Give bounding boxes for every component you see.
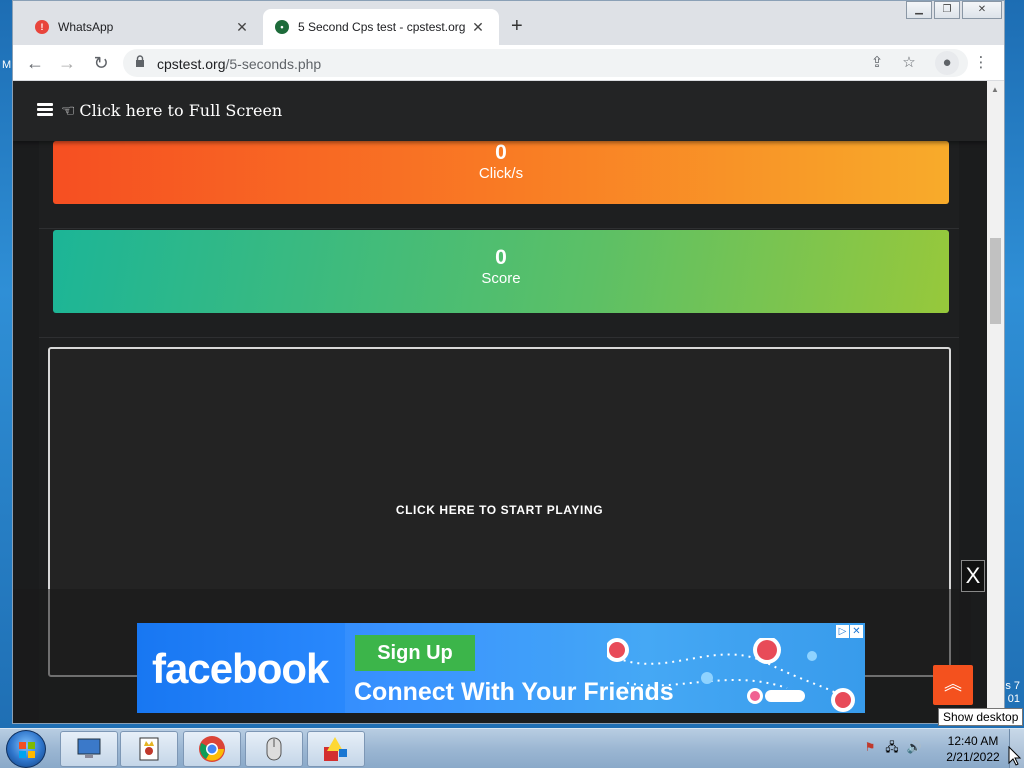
score-value: 0 (495, 246, 507, 269)
mouse-cursor-icon (1008, 746, 1022, 766)
system-clock[interactable]: 12:40 AM 2/21/2022 (940, 733, 1006, 765)
volume-icon[interactable]: 🔊 (906, 739, 922, 755)
share-icon[interactable]: ⇪ (865, 51, 889, 75)
clock-time: 12:40 AM (947, 734, 999, 748)
close-icon[interactable]: ✕ (233, 19, 251, 36)
divider (39, 228, 959, 229)
score-label: Score (481, 270, 521, 287)
double-chevron-up-icon: ︽ (944, 674, 962, 694)
scroll-up-arrow-icon[interactable]: ▲ (991, 85, 999, 94)
clock-date: 2/21/2022 (946, 750, 1000, 764)
url-path: /5-seconds.php (225, 56, 322, 72)
facebook-logo: facebook (152, 645, 329, 692)
show-desktop-tooltip: Show desktop (938, 708, 1024, 726)
cps-label: Click/s (478, 165, 524, 182)
fullscreen-label: Click here to Full Screen (79, 101, 283, 120)
scroll-to-top-button[interactable]: ︽ (933, 665, 973, 705)
minimize-button[interactable]: ▁ (906, 1, 932, 19)
desktop-edge-text-left: M (2, 59, 12, 71)
scrollbar-thumb[interactable] (990, 238, 1001, 324)
window-close-button[interactable]: ✕ (962, 1, 1002, 19)
tab-whatsapp[interactable]: ! WhatsApp ✕ (23, 9, 263, 45)
profile-icon[interactable]: ● (935, 51, 959, 75)
network-illustration-icon (607, 638, 855, 712)
adchoices-icon[interactable]: ▷ (836, 625, 849, 638)
ad-close-button[interactable]: X (961, 560, 985, 592)
forward-icon[interactable]: → (55, 51, 79, 75)
system-tray: ⚑ 🖧 🔊 (862, 739, 922, 755)
windows-logo-icon (19, 742, 35, 758)
lock-icon (136, 55, 144, 67)
adchoices-badge[interactable]: ▷ ✕ (835, 625, 863, 638)
window-controls: ▁ ❐ ✕ (904, 1, 1002, 19)
taskbar-solitaire-app[interactable] (120, 731, 178, 767)
menu-icon[interactable]: ⋮ (969, 51, 993, 75)
cps-value: 0 (495, 141, 507, 164)
browser-toolbar: ← → ↻ cpstest.org/5-seconds.php ⇪ ☆ ● ⋮ (13, 45, 1004, 81)
network-icon[interactable]: 🖧 (884, 739, 900, 755)
king-card-icon (139, 737, 159, 761)
address-bar[interactable]: cpstest.org/5-seconds.php (123, 49, 968, 77)
star-icon[interactable]: ☆ (897, 51, 921, 75)
restore-button[interactable]: ❐ (934, 1, 960, 19)
chrome-icon (199, 736, 225, 762)
taskbar-paint-app[interactable] (307, 731, 365, 767)
taskbar: ⚑ 🖧 🔊 12:40 AM 2/21/2022 (0, 728, 1024, 768)
score-card: 0 Score (53, 230, 949, 313)
site-header: ☜ Click here to Full Screen (13, 81, 988, 141)
page-scrollbar[interactable]: ▲ (987, 81, 1004, 723)
new-tab-button[interactable]: + (511, 15, 523, 38)
taskbar-chrome-app[interactable] (183, 731, 241, 767)
start-button[interactable] (6, 730, 46, 768)
start-playing-prompt: CLICK HERE TO START PLAYING (395, 503, 604, 517)
hamburger-menu-icon[interactable] (37, 103, 53, 117)
computer-icon (77, 738, 101, 758)
address-url: cpstest.org/5-seconds.php (157, 56, 321, 72)
page-viewport: 0 Click/s 0 Score CLICK HERE TO START PL… (13, 81, 988, 723)
reload-icon[interactable]: ↻ (89, 51, 113, 75)
tab-title: 5 Second Cps test - cpstest.org (298, 20, 466, 34)
url-domain: cpstest.org (157, 56, 226, 72)
taskbar-computer-app[interactable] (60, 731, 118, 767)
fullscreen-link[interactable]: ☜ Click here to Full Screen (61, 101, 282, 120)
tab-title: WhatsApp (58, 20, 114, 34)
alert-icon: ! (35, 20, 49, 34)
shapes-icon (324, 737, 347, 761)
signup-button[interactable]: Sign Up (355, 635, 475, 671)
tab-cpstest[interactable]: • 5 Second Cps test - cpstest.org ✕ (263, 9, 499, 45)
mouse-icon (266, 737, 282, 761)
cps-card: 0 Click/s (53, 141, 949, 204)
pointing-hand-icon: ☜ (61, 101, 76, 120)
action-center-flag-icon[interactable]: ⚑ (862, 739, 878, 755)
close-icon[interactable]: ✕ (469, 19, 487, 36)
divider (39, 337, 959, 338)
taskbar-mouse-app[interactable] (245, 731, 303, 767)
tab-strip: ! WhatsApp ✕ • 5 Second Cps test - cpste… (13, 1, 1004, 45)
cpstest-favicon-icon: • (275, 20, 289, 34)
facebook-ad-banner[interactable]: facebook Sign Up Connect With Your Frien… (137, 623, 865, 713)
back-icon[interactable]: ← (23, 51, 47, 75)
browser-window: ! WhatsApp ✕ • 5 Second Cps test - cpste… (12, 0, 1005, 724)
ad-dismiss-icon[interactable]: ✕ (850, 625, 863, 638)
